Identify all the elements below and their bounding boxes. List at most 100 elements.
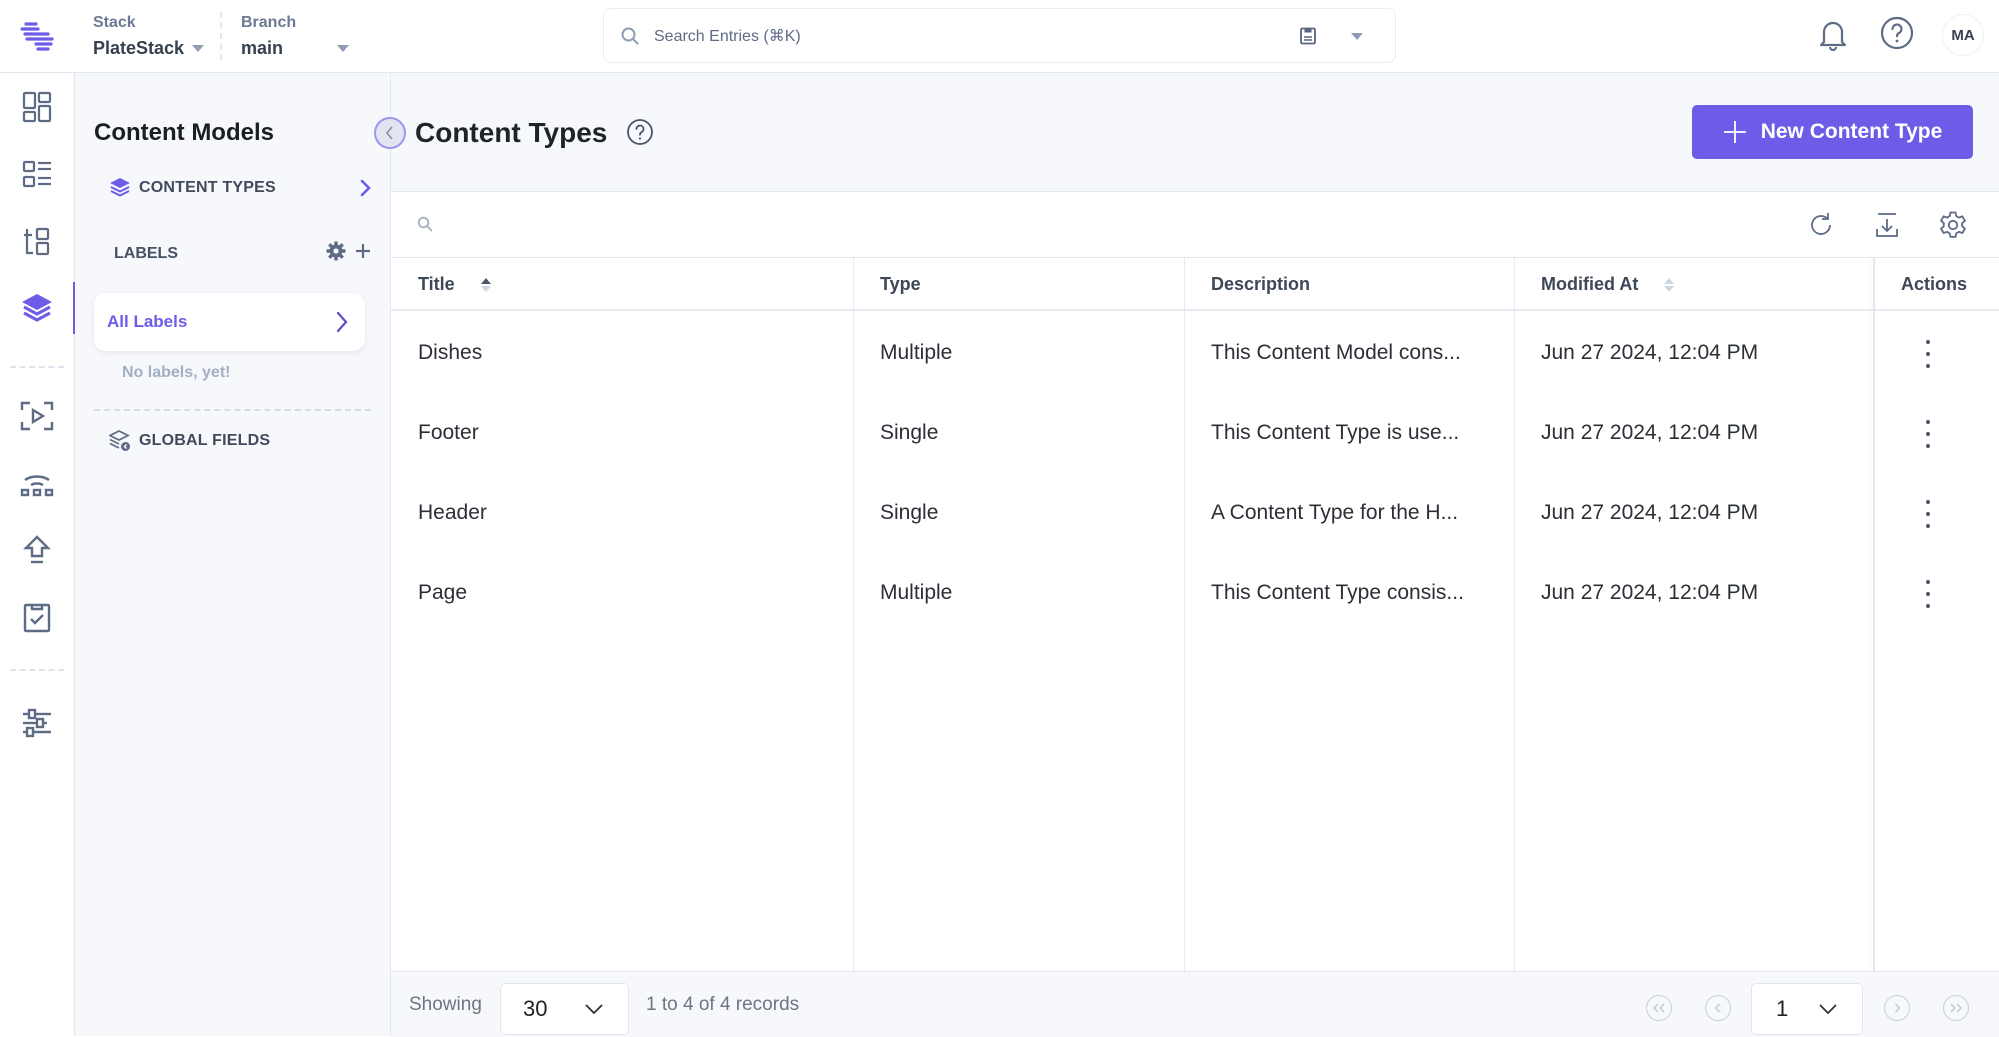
assets-icon[interactable] [19,223,55,259]
global-search-input[interactable]: Search Entries (⌘K) [603,8,1396,63]
chevron-down-icon [1819,1004,1837,1015]
labels-settings-gear-icon[interactable] [326,241,346,261]
cell-modified-at: Jun 27 2024, 12:04 PM [1541,341,1759,364]
table-toolbar [391,192,1999,258]
table-row[interactable]: Header Single A Content Type for the H... J… [391,473,1999,553]
labels-section-header: LABELS [114,241,372,263]
export-download-icon[interactable] [1871,209,1903,241]
saved-searches-icon[interactable] [1299,27,1317,45]
content-models-icon[interactable] [19,290,55,326]
table-row[interactable]: Dishes Multiple This Content Model cons...… [391,313,1999,393]
page-help-icon[interactable] [626,118,654,146]
all-labels-label: All Labels [107,312,188,331]
previous-page-button[interactable] [1705,995,1731,1021]
entries-icon[interactable] [19,156,55,192]
branch-selector[interactable]: Branch main [241,14,350,59]
caret-down-icon [337,45,350,52]
table-search-icon[interactable] [417,216,433,232]
sidebar-item-global-fields[interactable]: GLOBAL FIELDS [109,430,371,452]
stack-value: PlateStack [93,38,185,58]
row-actions-more-icon[interactable] [1923,500,1933,528]
refresh-icon[interactable] [1805,209,1837,241]
app-logo-icon[interactable] [18,18,56,54]
icon-rail [0,73,76,1036]
content-models-sidebar: Content Models CONTENT TYPES LABELS All … [75,73,391,1036]
deploy-icon[interactable] [19,532,55,568]
cell-title: Header [418,501,487,524]
no-labels-message: No labels, yet! [122,364,231,381]
chevron-left-icon [385,126,393,140]
new-content-type-button[interactable]: New Content Type [1692,105,1973,159]
chevron-left-icon [1714,1003,1720,1013]
sidebar-item-content-types[interactable]: CONTENT TYPES [109,177,371,199]
rail-divider [10,669,64,671]
dashboard-icon[interactable] [19,89,55,125]
stack-selector[interactable]: Stack PlateStack [93,14,205,59]
column-header-title[interactable]: Title [418,258,491,311]
column-header-description: Description [1211,274,1311,294]
showing-label: Showing [409,994,482,1015]
caret-down-icon [192,45,205,52]
sort-ascending-icon[interactable] [480,277,491,292]
last-page-button[interactable] [1943,995,1969,1021]
chevron-down-icon [585,1004,603,1015]
top-bar: Stack PlateStack Branch main Search Entr… [0,0,1999,73]
cell-description: A Content Type for the H... [1211,501,1459,524]
settings-sliders-icon[interactable] [19,705,55,741]
cell-modified-at: Jun 27 2024, 12:04 PM [1541,501,1759,524]
cell-modified-at: Jun 27 2024, 12:04 PM [1541,421,1759,444]
column-header-actions: Actions [1901,274,1968,294]
page-title: Content Types [415,117,608,148]
sort-icon[interactable] [1664,277,1675,292]
row-actions-more-icon[interactable] [1923,580,1933,608]
publish-queue-icon[interactable] [19,398,55,434]
chevron-right-icon [1895,1003,1901,1013]
content-types-icon [110,178,130,197]
table-settings-gear-icon[interactable] [1937,209,1969,241]
row-actions-more-icon[interactable] [1923,340,1933,368]
table-row[interactable]: Footer Single This Content Type is use... J… [391,393,1999,473]
sidebar-title: Content Models [94,119,274,146]
sidebar-item-label: GLOBAL FIELDS [139,432,271,449]
labels-heading: LABELS [114,245,178,262]
sidebar-item-all-labels[interactable]: All Labels [94,293,365,351]
row-actions-more-icon[interactable] [1923,420,1933,448]
plus-icon [1723,121,1746,143]
chevron-right-icon [336,311,348,333]
cell-description: This Content Type consis... [1211,581,1464,604]
branch-value: main [241,38,284,58]
cell-type: Multiple [880,341,953,364]
cell-modified-at: Jun 27 2024, 12:04 PM [1541,581,1759,604]
search-options-caret-icon[interactable] [1351,33,1363,40]
page-size-select[interactable]: 30 [500,983,629,1035]
column-header-modified-at[interactable]: Modified At [1541,258,1675,311]
notifications-bell-icon[interactable] [1814,15,1852,55]
next-page-button[interactable] [1884,995,1910,1021]
help-icon[interactable] [1880,16,1914,50]
double-chevron-left-icon [1653,1003,1665,1013]
sidebar-divider [94,409,371,411]
chevron-right-icon [360,179,371,197]
cell-type: Single [880,501,939,524]
sidebar-item-label: CONTENT TYPES [139,179,276,196]
page-number-select[interactable]: 1 [1751,983,1863,1035]
column-header-type: Type [880,274,921,294]
releases-icon[interactable] [19,465,55,501]
cell-description: This Content Model cons... [1211,341,1461,364]
branch-label: Branch [241,14,297,31]
main-content: Content Types New Content Type Title Typ… [391,73,1999,1037]
double-chevron-right-icon [1950,1003,1962,1013]
cell-title: Dishes [418,341,483,364]
add-label-plus-icon[interactable] [354,242,372,260]
collapse-sidebar-button[interactable] [374,117,406,149]
cell-title: Footer [418,421,479,444]
tasks-icon[interactable] [19,599,55,635]
first-page-button[interactable] [1646,995,1672,1021]
user-avatar[interactable]: MA [1942,14,1984,56]
pagination-footer: Showing 30 1 to 4 of 4 records 1 [391,971,1999,1037]
content-types-table-panel: Title Type Description Modified At Actio… [391,191,1999,1037]
divider [220,12,222,60]
new-content-type-label: New Content Type [1760,120,1943,143]
table-row[interactable]: Page Multiple This Content Type consis... J… [391,553,1999,633]
rail-divider [10,366,64,368]
